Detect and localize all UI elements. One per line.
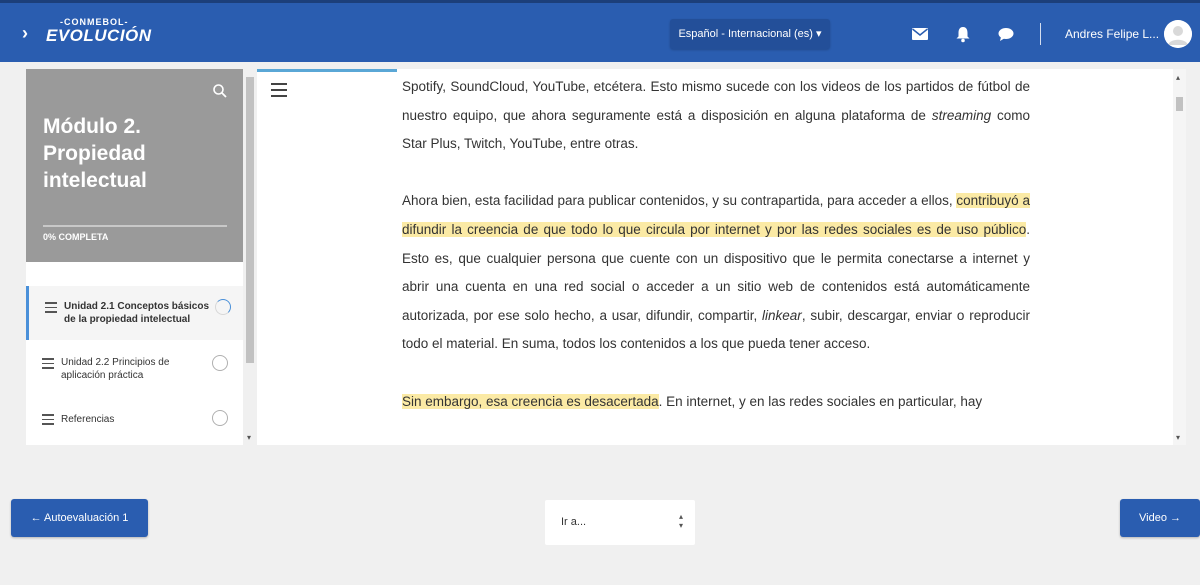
language-selector[interactable]: Español - Internacional (es) ▾	[670, 19, 830, 49]
list-lines-icon	[45, 302, 57, 316]
paragraph-2: Ahora bien, esta facilidad para publicar…	[402, 193, 1030, 352]
search-icon[interactable]	[212, 83, 228, 99]
sidebar-item-referencias[interactable]: Referencias	[26, 394, 243, 445]
module-header: Módulo 2. Propiedad intelectual 0% COMPL…	[26, 69, 243, 262]
content-scrollbar[interactable]: ▴ ▾	[1173, 69, 1186, 445]
previous-activity-button[interactable]: ← Autoevaluación 1	[11, 499, 148, 537]
module-title: Módulo 2. Propiedad intelectual	[43, 115, 147, 192]
mail-icon[interactable]	[911, 25, 929, 43]
user-avatar-icon	[1164, 20, 1192, 48]
scroll-up-arrow-icon[interactable]: ▴	[1176, 73, 1180, 82]
paragraph-3: Sin embargo, esa creencia es desacertada…	[402, 393, 983, 409]
sidebar-scrollbar-thumb[interactable]	[246, 77, 254, 363]
avatar[interactable]	[1164, 20, 1192, 48]
module-progress-bar	[43, 225, 227, 227]
paragraph-1: Spotify, SoundCloud, YouTube, etcétera. …	[402, 79, 1030, 152]
content-scrollbar-thumb[interactable]	[1176, 97, 1183, 111]
sidebar-item-unidad-2-1[interactable]: Unidad 2.1 Conceptos básicos de la propi…	[26, 286, 243, 340]
module-progress-label: 0% COMPLETA	[43, 232, 109, 242]
sidebar-item-label: Referencias	[61, 414, 115, 425]
user-name[interactable]: Andres Felipe L...	[1065, 27, 1159, 41]
list-lines-icon	[42, 414, 54, 428]
content-progress-line	[257, 69, 397, 72]
logo-main-text: EVOLUCIÓN	[46, 26, 152, 45]
top-navbar: › -CONMEBOL- EVOLUCIÓN Español - Interna…	[0, 0, 1200, 62]
highlighted-text: Sin embargo, esa creencia es desacertada	[402, 393, 659, 409]
select-caret-icon: ▴ ▾	[679, 512, 684, 530]
progress-circle-icon	[212, 410, 228, 426]
scroll-down-arrow-icon[interactable]: ▾	[1176, 433, 1180, 442]
language-label: Español - Internacional (es)	[678, 28, 813, 40]
menu-icon[interactable]	[271, 83, 287, 101]
jump-to-select[interactable]: Ir a... ▴ ▾	[545, 500, 695, 545]
lesson-text: Spotify, SoundCloud, YouTube, etcétera. …	[402, 73, 1030, 445]
lesson-content: Spotify, SoundCloud, YouTube, etcétera. …	[257, 69, 1186, 445]
list-lines-icon	[42, 358, 54, 372]
bell-icon[interactable]	[954, 25, 972, 43]
sidebar-toggle-button[interactable]: ›	[18, 23, 32, 44]
chat-icon[interactable]	[997, 25, 1015, 43]
chevron-down-icon: ▾	[816, 28, 822, 40]
progress-circle-icon	[215, 299, 231, 315]
sidebar-scrollbar[interactable]: ▾	[243, 69, 257, 445]
jump-to-label: Ir a...	[561, 516, 587, 528]
header-divider	[1040, 23, 1041, 45]
scroll-down-arrow-icon[interactable]: ▾	[247, 433, 251, 442]
progress-circle-icon	[212, 355, 228, 371]
sidebar-item-label: Unidad 2.1 Conceptos básicos de la propi…	[64, 301, 210, 325]
conmebol-evolucion-logo[interactable]: -CONMEBOL- EVOLUCIÓN	[46, 17, 152, 46]
sidebar-item-unidad-2-2[interactable]: Unidad 2.2 Principios de aplicación prác…	[26, 342, 243, 396]
course-sidebar: Módulo 2. Propiedad intelectual 0% COMPL…	[26, 69, 257, 445]
sidebar-item-label: Unidad 2.2 Principios de aplicación prác…	[61, 357, 170, 381]
next-activity-button[interactable]: Video →	[1120, 499, 1200, 537]
